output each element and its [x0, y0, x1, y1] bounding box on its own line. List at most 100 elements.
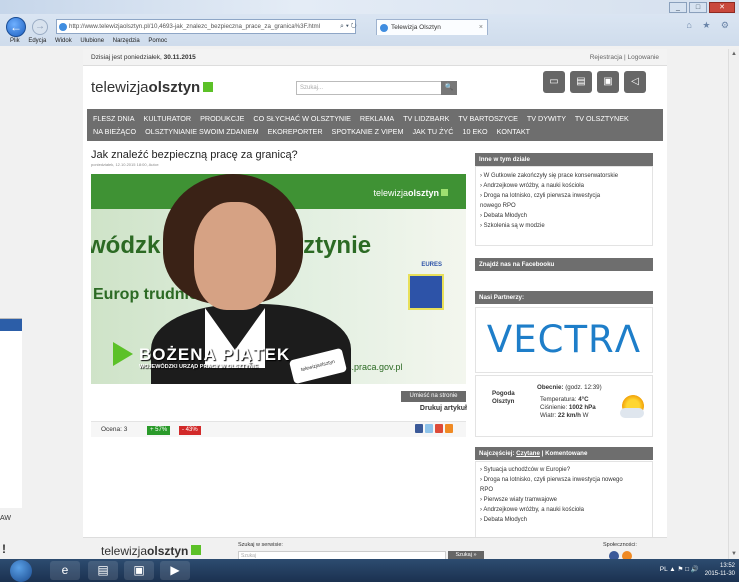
- nav-item[interactable]: KONTAKT: [497, 127, 530, 136]
- related-item[interactable]: › Andrzejkowe wróżby, a nauki kościoła: [480, 181, 648, 191]
- footer-search-label: Szukaj w serwisie:: [238, 542, 283, 548]
- footer-search-button[interactable]: Szukaj »: [448, 551, 484, 559]
- vectra-logo[interactable]: VECTRΛ: [475, 307, 653, 373]
- search-input[interactable]: Szukaj...: [296, 81, 442, 95]
- start-button[interactable]: [10, 560, 32, 582]
- embed-button[interactable]: Umieść na stronie: [401, 391, 466, 402]
- temp-value: 4°C: [578, 396, 589, 403]
- minimize-button[interactable]: _: [669, 2, 687, 13]
- nav-item[interactable]: TV OLSZTYNEK: [575, 114, 629, 123]
- menu-file[interactable]: Plik: [10, 38, 20, 44]
- folder-taskbar-icon[interactable]: ▣: [124, 561, 154, 580]
- nav-item[interactable]: REKLAMA: [360, 114, 394, 123]
- forward-button[interactable]: →: [32, 19, 48, 35]
- tab-title: Telewizja Olsztyn: [391, 24, 441, 31]
- ie-taskbar-icon[interactable]: e: [50, 561, 80, 580]
- menu-help[interactable]: Pomoc: [148, 38, 167, 44]
- vertical-scrollbar[interactable]: ▲ ▼: [728, 49, 739, 559]
- footer-logo-light: telewizja: [101, 544, 148, 558]
- article-meta: poniedziałek, 12.10.2015 18:00, Autor:: [91, 162, 160, 167]
- nav-item[interactable]: FLESZ DNIA: [93, 114, 135, 123]
- rss-icon[interactable]: [622, 551, 632, 559]
- rating-plus-button[interactable]: + 57%: [147, 426, 171, 435]
- maximize-button[interactable]: □: [689, 2, 707, 13]
- video-player[interactable]: telewizjaolsztyn wódzk Pracy w Olsztynie…: [91, 174, 466, 384]
- email-icon[interactable]: [445, 424, 453, 433]
- article-title: Jak znaleźć bezpieczną pracę za granicą?: [91, 149, 298, 161]
- nav-item[interactable]: TV DYWITY: [527, 114, 566, 123]
- nav-item[interactable]: 10 EKO: [462, 127, 487, 136]
- temp-label: Temperatura:: [540, 396, 577, 403]
- explorer-taskbar-icon[interactable]: ▤: [88, 561, 118, 580]
- google-plus-icon[interactable]: [435, 424, 443, 433]
- popular-item[interactable]: › Droga na lotnisko, czyli pierwsza inwe…: [480, 475, 648, 485]
- related-item[interactable]: › Droga na lotnisko, czyli pierwsza inwe…: [480, 191, 648, 201]
- site-footer: telewizjaolsztyn Szukaj w serwisie: Szuk…: [83, 537, 667, 559]
- nav-item[interactable]: SPOTKANIE Z VIPEM: [332, 127, 404, 136]
- facebook-heading[interactable]: Znajdź nas na Facebooku: [475, 258, 653, 271]
- nav-item[interactable]: TV LIDZBARK: [403, 114, 449, 123]
- tab-read[interactable]: Czytane: [516, 450, 540, 457]
- nav-item[interactable]: EKOREPORTER: [268, 127, 323, 136]
- clock[interactable]: 13:52 2015-11-30: [705, 562, 735, 578]
- browser-chrome: _ □ ✕ ← → http://www.telewizjaolsztyn.pl…: [0, 0, 739, 46]
- social-icons: [609, 551, 632, 559]
- nav-item[interactable]: KULTURATOR: [144, 114, 192, 123]
- address-bar[interactable]: http://www.telewizjaolsztyn.pl/10,4693-j…: [56, 19, 356, 34]
- popular-item[interactable]: › Sytuacja uchodźców w Europie?: [480, 465, 648, 475]
- media-taskbar-icon[interactable]: ▶: [160, 561, 190, 580]
- document-icon[interactable]: ▤: [570, 71, 592, 93]
- nav-item[interactable]: TV BARTOSZYCE: [458, 114, 518, 123]
- tab-close-icon[interactable]: ×: [479, 20, 483, 35]
- briefcase-icon[interactable]: ▣: [597, 71, 619, 93]
- popular-item[interactable]: RPO: [480, 485, 648, 495]
- megaphone-icon[interactable]: ◁: [624, 71, 646, 93]
- date-bar: Dzisiaj jest poniedziałek, 30.11.2015 Re…: [83, 49, 667, 66]
- scroll-up-icon[interactable]: ▲: [731, 51, 737, 57]
- wind-value: 22 km/h: [557, 412, 581, 419]
- tv-icon[interactable]: ▭: [543, 71, 565, 93]
- address-controls[interactable]: ⌕ ▾ ↻: [340, 19, 357, 34]
- system-tray[interactable]: PL ▲ ⚑ □ 🔊: [660, 565, 699, 573]
- weather-now-time: (godz. 12:39): [565, 384, 602, 391]
- home-favorites-settings-icons[interactable]: ⌂ ★ ⚙: [686, 20, 733, 31]
- menu-edit[interactable]: Edycja: [28, 38, 46, 44]
- nav-item[interactable]: PRODUKCJE: [200, 114, 244, 123]
- site-logo[interactable]: telewizjaolsztyn: [91, 79, 214, 96]
- related-item[interactable]: › Debata Młodych: [480, 211, 648, 221]
- scroll-down-icon[interactable]: ▼: [731, 551, 737, 557]
- related-item[interactable]: › W Gutkowie zakończyły się prace konser…: [480, 171, 648, 181]
- facebook-icon[interactable]: [609, 551, 619, 559]
- browser-tab[interactable]: Telewizja Olsztyn ×: [376, 19, 488, 35]
- tab-commented[interactable]: Komentowane: [545, 450, 587, 457]
- popular-item[interactable]: › Andrzejkowe wróżby, a nauki kościoła: [480, 505, 648, 515]
- eures-label: EURES: [421, 262, 442, 268]
- twitter-icon[interactable]: [425, 424, 433, 433]
- nav-item[interactable]: JAK TU ŻYĆ: [412, 127, 453, 136]
- facebook-icon[interactable]: [415, 424, 423, 433]
- related-item[interactable]: › Szkolenia są w modzie: [480, 221, 648, 231]
- web-page: Dzisiaj jest poniedziałek, 30.11.2015 Re…: [83, 49, 667, 559]
- nav-item[interactable]: CO SŁYCHAĆ W OLSZTYNIE: [253, 114, 350, 123]
- nav-item[interactable]: NA BIEŻĄCO: [93, 127, 136, 136]
- print-link[interactable]: Drukuj artykuł: [415, 405, 467, 412]
- clock-time: 13:52: [719, 563, 735, 569]
- nav-item[interactable]: OLSZTYNIANIE SWOIM ZDANIEM: [145, 127, 258, 136]
- menu-view[interactable]: Widok: [55, 38, 72, 44]
- menu-tools[interactable]: Narzędzia: [113, 38, 140, 44]
- related-item[interactable]: nowego RPO: [480, 201, 648, 211]
- address-url: http://www.telewizjaolsztyn.pl/10,4693-j…: [69, 23, 321, 30]
- popular-item[interactable]: › Debata Młodych: [480, 515, 648, 525]
- footer-search-input[interactable]: Szukaj: [238, 551, 446, 559]
- footer-logo[interactable]: telewizjaolsztyn: [101, 544, 202, 558]
- close-window-button[interactable]: ✕: [709, 2, 735, 13]
- menu-favorites[interactable]: Ulubione: [80, 38, 104, 44]
- back-button[interactable]: ←: [6, 17, 26, 37]
- search-button[interactable]: 🔍: [441, 81, 457, 95]
- play-icon[interactable]: [113, 342, 133, 366]
- video-watermark: telewizjaolsztyn: [373, 188, 448, 198]
- rating-minus-button[interactable]: - 43%: [179, 426, 201, 435]
- auth-links[interactable]: Rejestracja | Logowanie: [590, 49, 659, 66]
- popular-item[interactable]: › Pierwsze wiaty tramwajowe: [480, 495, 648, 505]
- date-label: Dzisiaj jest poniedziałek,: [91, 54, 162, 61]
